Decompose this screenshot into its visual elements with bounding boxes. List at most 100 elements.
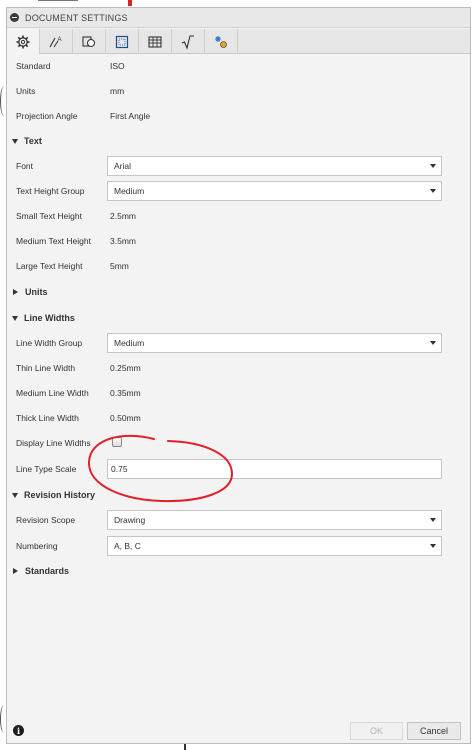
standard-value: ISO [110, 61, 125, 71]
font-label: Font [16, 161, 34, 171]
tab-shapes[interactable] [73, 29, 106, 54]
font-select[interactable]: Arial [107, 156, 442, 176]
units-value: mm [110, 86, 125, 96]
small-text-height-row: Small Text Height 2.5mm [16, 204, 456, 228]
units-row: Units mm [16, 79, 456, 103]
chevron-down-icon [430, 544, 436, 548]
projection-label: Projection Angle [16, 111, 78, 121]
revision-scope-select[interactable]: Drawing [107, 510, 442, 530]
chevron-down-icon [430, 164, 436, 168]
units-label: Units [16, 86, 36, 96]
section-line-widths-header[interactable]: Line Widths [12, 307, 75, 329]
tab-dimensions[interactable]: A [40, 29, 73, 54]
medium-line-width-value: 0.35mm [110, 388, 141, 398]
svg-text:A: A [58, 37, 62, 43]
medium-text-height-value: 3.5mm [110, 236, 136, 246]
dialog-title: DOCUMENT SETTINGS [25, 12, 128, 23]
line-width-group-select[interactable]: Medium [107, 333, 442, 353]
frame-icon [115, 35, 129, 48]
numbering-select[interactable]: A, B, C [107, 536, 442, 556]
tab-symbols[interactable] [172, 29, 205, 54]
line-type-scale-row: Line Type Scale 0.75 [16, 457, 456, 481]
section-units-header[interactable]: Units [12, 281, 48, 303]
dialog-titlebar[interactable]: DOCUMENT SETTINGS [7, 8, 470, 28]
cancel-button[interactable]: Cancel [407, 722, 461, 740]
standard-label: Standard [16, 61, 51, 71]
section-line-widths-title: Line Widths [24, 313, 75, 323]
line-width-group-value: Medium [114, 338, 145, 348]
background-bottom [0, 744, 474, 750]
expanded-arrow-icon [12, 492, 18, 498]
large-text-height-label: Large Text Height [16, 261, 83, 271]
projection-row: Projection Angle First Angle [16, 104, 456, 128]
table-icon [148, 35, 162, 48]
document-settings-dialog: DOCUMENT SETTINGS A Standard ISO Units m… [6, 7, 471, 744]
settings-star-icon [215, 35, 227, 48]
line-type-scale-label: Line Type Scale [16, 464, 77, 474]
collapsed-arrow-icon [13, 568, 18, 574]
section-units-title: Units [25, 287, 48, 297]
info-icon[interactable]: i [13, 725, 24, 736]
line-type-scale-value: 0.75 [111, 464, 128, 474]
background-tick [184, 744, 186, 750]
revision-scope-label: Revision Scope [16, 515, 76, 525]
sqrt-icon [181, 34, 194, 50]
collapse-icon[interactable] [10, 13, 19, 22]
tab-table[interactable] [139, 29, 172, 54]
revision-scope-row: Revision Scope Drawing [16, 508, 456, 532]
chevron-down-icon [430, 189, 436, 193]
dimension-icon: A [49, 37, 62, 47]
section-standards-title: Standards [25, 566, 70, 576]
font-row: Font Arial [16, 154, 456, 178]
projection-value: First Angle [110, 111, 151, 121]
section-text-title: Text [24, 136, 42, 146]
section-text-header[interactable]: Text [12, 130, 42, 152]
tab-frame[interactable] [106, 29, 139, 54]
large-text-height-row: Large Text Height 5mm [16, 254, 456, 278]
thick-line-width-value: 0.50mm [110, 413, 141, 423]
text-height-group-label: Text Height Group [16, 186, 85, 196]
section-revision-history-header[interactable]: Revision History [12, 484, 95, 506]
thick-line-width-label: Thick Line Width [16, 413, 79, 423]
collapsed-arrow-icon [13, 289, 18, 295]
tab-advanced[interactable] [205, 29, 238, 54]
section-standards-header[interactable]: Standards [12, 560, 69, 582]
thin-line-width-label: Thin Line Width [16, 363, 76, 373]
small-text-height-value: 2.5mm [110, 211, 136, 221]
numbering-row: Numbering A, B, C [16, 534, 456, 558]
thin-line-width-row: Thin Line Width 0.25mm [16, 356, 456, 380]
line-width-group-label: Line Width Group [16, 338, 83, 348]
font-select-value: Arial [114, 161, 132, 171]
large-text-height-value: 5mm [110, 261, 129, 271]
background-red-mark [128, 0, 132, 6]
gear-icon [16, 35, 30, 48]
section-revision-history-title: Revision History [24, 490, 96, 500]
thick-line-width-row: Thick Line Width 0.50mm [16, 406, 456, 430]
numbering-label: Numbering [16, 541, 58, 551]
text-height-group-select[interactable]: Medium [107, 181, 442, 201]
medium-line-width-label: Medium Line Width [16, 388, 89, 398]
settings-tabbar: A [7, 29, 470, 55]
tab-general[interactable] [7, 29, 40, 55]
display-line-widths-label: Display Line Widths [16, 438, 91, 448]
standard-row: Standard ISO [16, 54, 456, 78]
numbering-value: A, B, C [114, 541, 141, 551]
dialog-footer: i OK Cancel [7, 719, 470, 743]
small-text-height-label: Small Text Height [16, 211, 82, 221]
expanded-arrow-icon [12, 138, 18, 144]
revision-scope-value: Drawing [114, 515, 146, 525]
display-line-widths-row: Display Line Widths [16, 431, 456, 455]
expanded-arrow-icon [12, 315, 18, 321]
chevron-down-icon [430, 341, 436, 345]
shapes-icon [82, 35, 96, 47]
ok-button[interactable]: OK [350, 722, 403, 740]
medium-text-height-row: Medium Text Height 3.5mm [16, 229, 456, 253]
settings-content: Standard ISO Units mm Projection Angle F… [7, 54, 470, 714]
line-width-group-row: Line Width Group Medium [16, 331, 456, 355]
display-line-widths-checkbox[interactable] [112, 437, 122, 447]
text-height-group-value: Medium [114, 186, 145, 196]
line-type-scale-input[interactable]: 0.75 [107, 459, 442, 479]
medium-text-height-label: Medium Text Height [16, 236, 91, 246]
medium-line-width-row: Medium Line Width 0.35mm [16, 381, 456, 405]
chevron-down-icon [430, 518, 436, 522]
